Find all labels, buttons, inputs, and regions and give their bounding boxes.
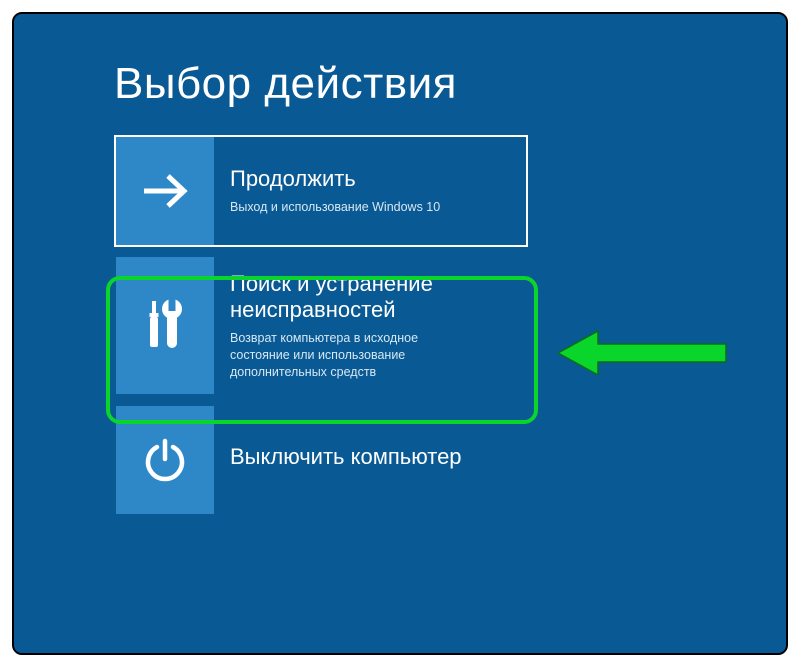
tile-troubleshoot-heading: Поиск и устранение неисправностей: [230, 271, 512, 324]
tile-troubleshoot-text: Поиск и устранение неисправностей Возвра…: [214, 257, 526, 394]
page-title: Выбор действия: [114, 59, 786, 109]
tile-troubleshoot[interactable]: Поиск и устранение неисправностей Возвра…: [114, 255, 528, 396]
tile-shutdown-heading: Выключить компьютер: [230, 444, 512, 470]
tile-continue-text: Продолжить Выход и использование Windows…: [214, 137, 526, 245]
winre-screen: Выбор действия Продолжить Выход и исполь…: [14, 14, 786, 653]
tile-continue[interactable]: Продолжить Выход и использование Windows…: [114, 135, 528, 247]
tile-shutdown[interactable]: Выключить компьютер: [114, 404, 528, 516]
screenshot-frame: Выбор действия Продолжить Выход и исполь…: [12, 12, 788, 655]
power-icon: [116, 406, 214, 514]
tile-continue-sub: Выход и использование Windows 10: [230, 199, 460, 216]
tile-shutdown-text: Выключить компьютер: [214, 406, 526, 514]
tile-troubleshoot-sub: Возврат компьютера в исходное состояние …: [230, 330, 460, 381]
continue-icon: [116, 137, 214, 245]
tile-continue-heading: Продолжить: [230, 166, 512, 192]
troubleshoot-icon: [116, 257, 214, 394]
tile-list: Продолжить Выход и использование Windows…: [114, 135, 786, 516]
